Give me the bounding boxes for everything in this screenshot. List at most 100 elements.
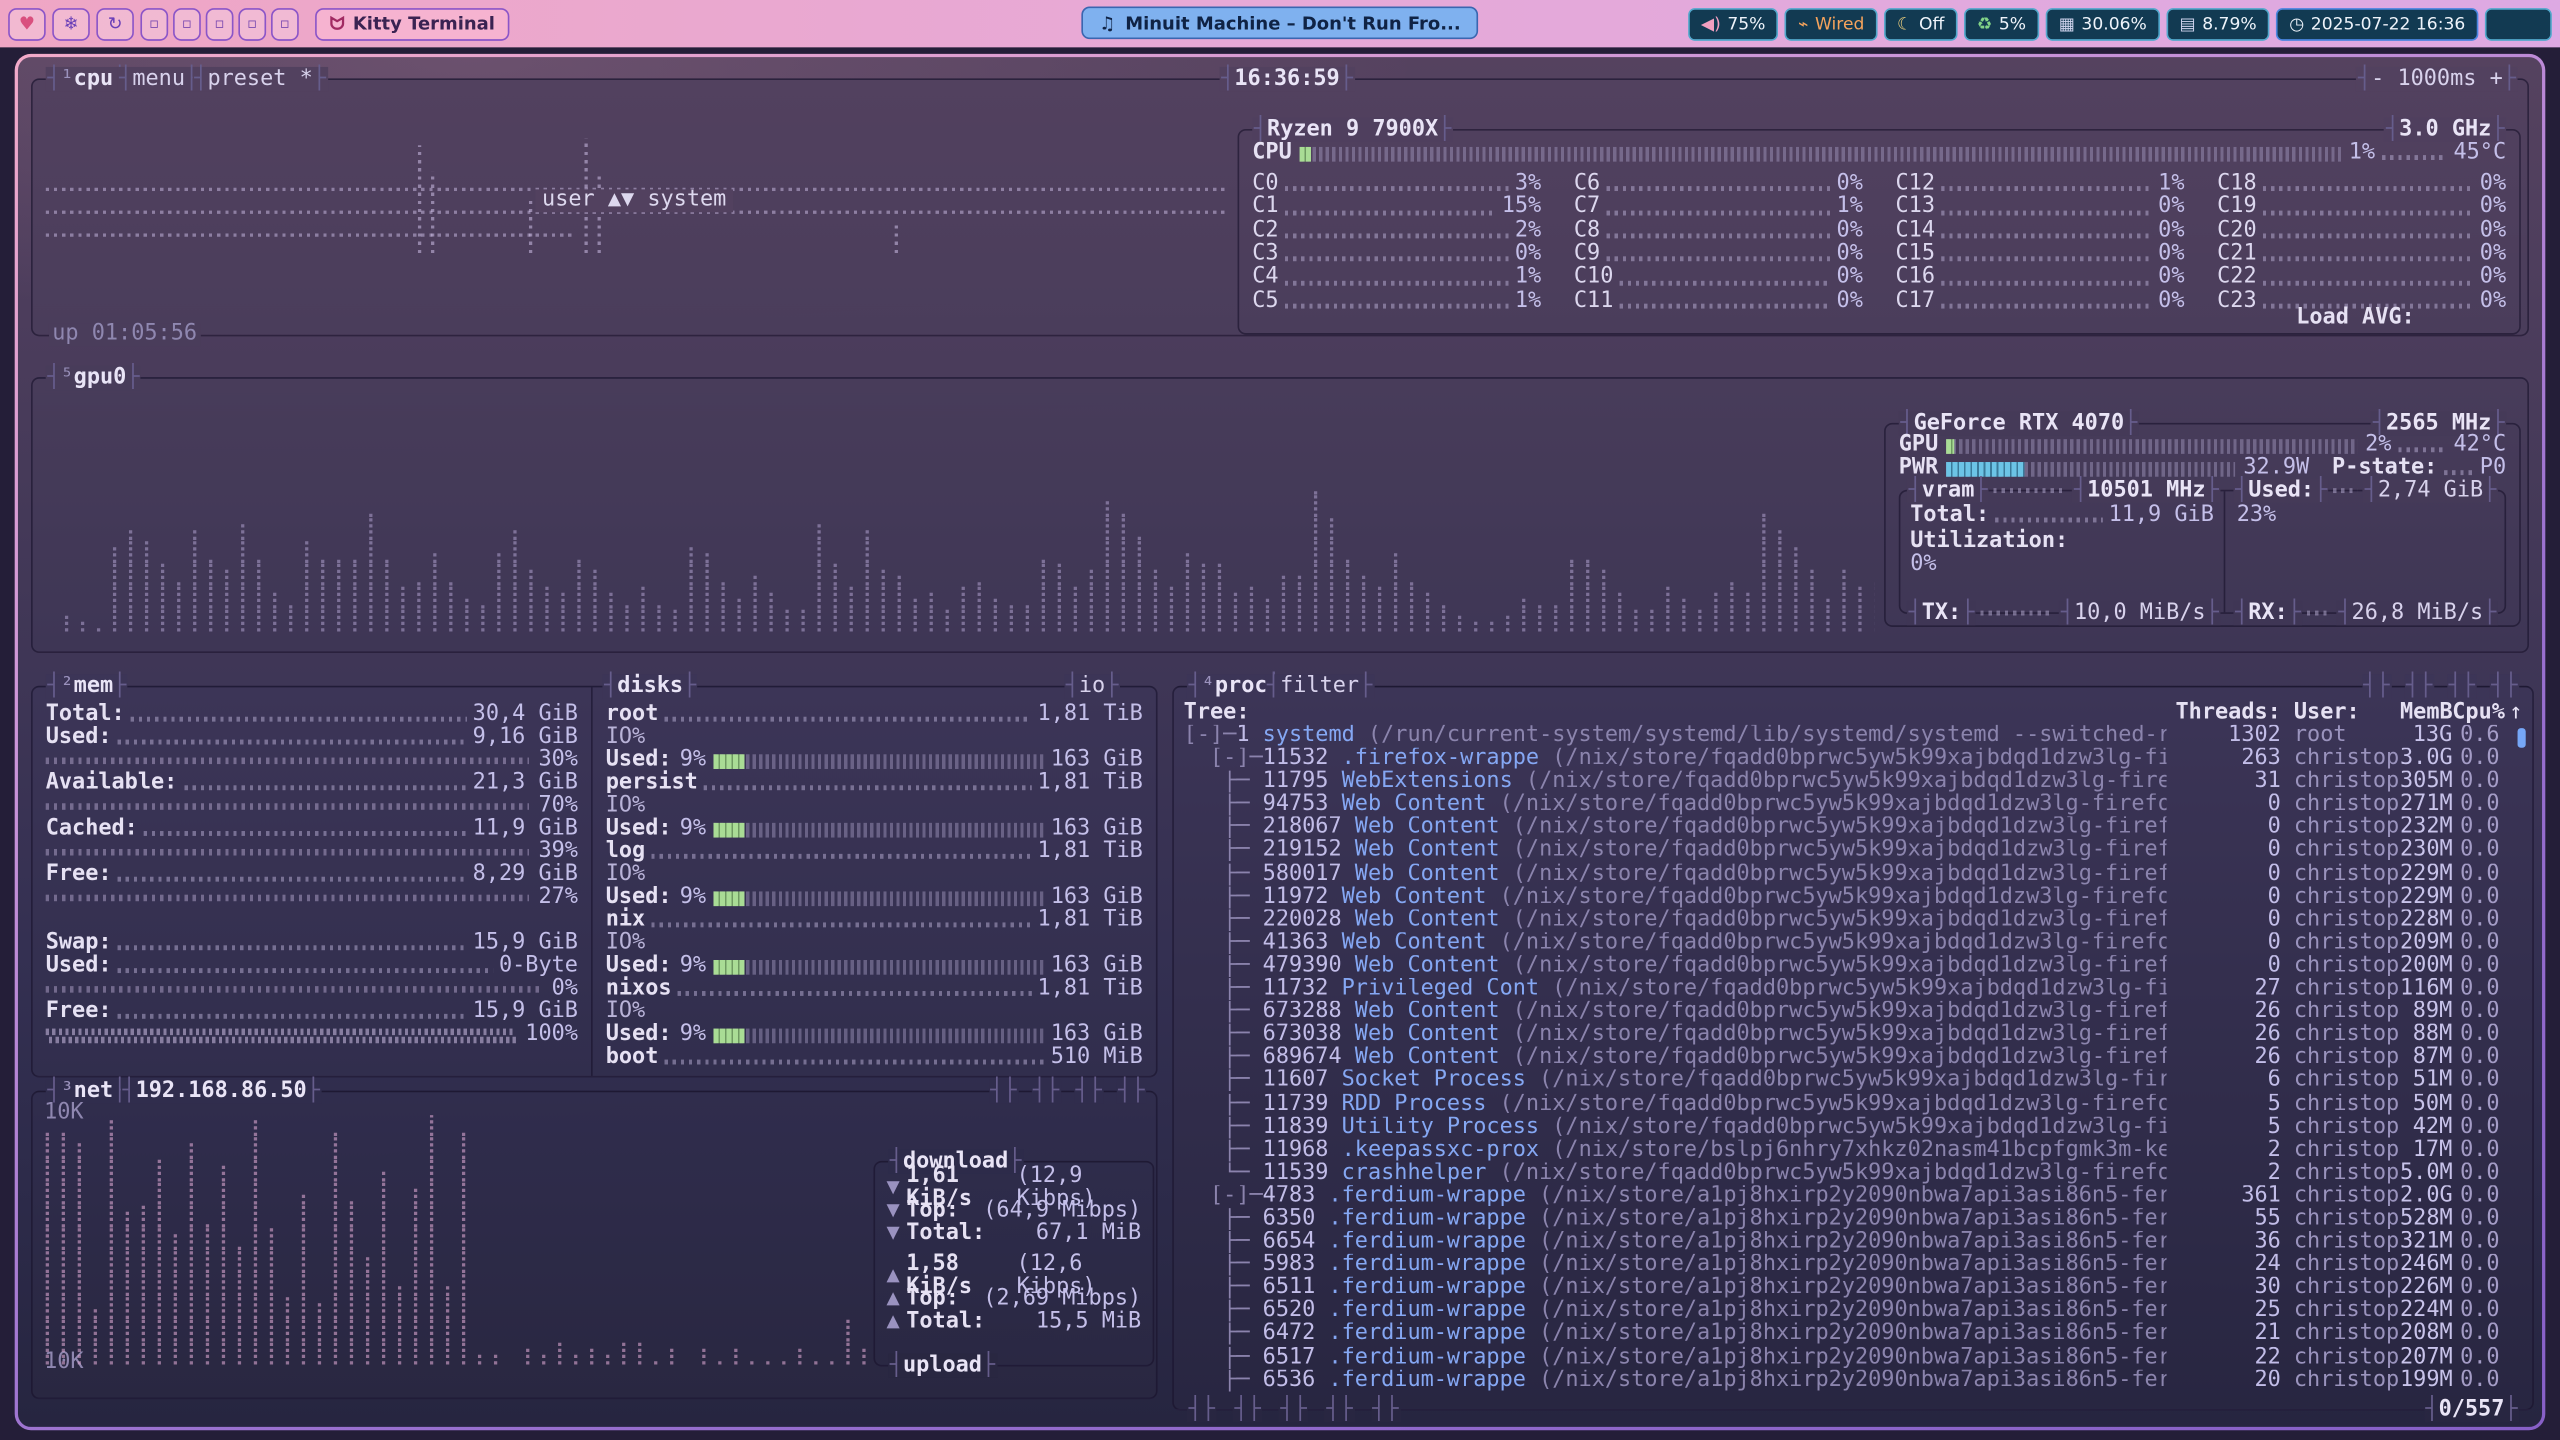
process-row[interactable]: ├─ 673038 Web Content (/nix/store/fqadd0… [1184, 1024, 2500, 1047]
memory-stat-percent: 39% [538, 841, 577, 864]
launcher-button[interactable]: ↻ [96, 7, 134, 40]
status-chip[interactable]: ◀) 75% [1688, 7, 1779, 40]
process-row[interactable]: ├─ 6520 .ferdium-wrappe (/nix/store/a1pj… [1184, 1300, 2500, 1323]
process-row[interactable]: ├─ 689674 Web Content (/nix/store/fqadd0… [1184, 1047, 2500, 1070]
process-row[interactable]: ├─ 218067 Web Content (/nix/store/fqadd0… [1184, 817, 2500, 840]
process-toggle[interactable] [2447, 674, 2477, 698]
gpu-panel-title[interactable]: ⁵gpu0 [46, 366, 141, 390]
process-cpu: 0.0 [2452, 1300, 2499, 1323]
preset-button[interactable]: preset * [193, 67, 328, 91]
core-percent: 0% [1837, 290, 1863, 313]
workspace-button[interactable]: ▫ [173, 7, 201, 40]
network-toggle[interactable] [989, 1079, 1019, 1103]
process-row[interactable]: ├─ 220028 Web Content (/nix/store/fqadd0… [1184, 909, 2500, 932]
core-percent: 0% [1837, 173, 1863, 196]
sort-direction-icon[interactable]: ↑ [2509, 702, 2522, 725]
process-scrollbar-thumb[interactable] [2518, 728, 2526, 748]
process-footer-button[interactable] [1279, 1398, 1309, 1422]
process-row[interactable]: ├─ 6472 .ferdium-wrappe (/nix/store/a1pj… [1184, 1323, 2500, 1346]
column-mem[interactable]: MemB [2400, 702, 2452, 725]
menu-button[interactable]: menu [118, 67, 200, 91]
column-cpu[interactable]: Cpu% [2452, 702, 2499, 725]
filter-button[interactable]: filter [1265, 674, 1374, 698]
clock-label: 2025-07-22 16:36 [2311, 14, 2465, 34]
launcher-button[interactable]: ♥ [8, 7, 46, 40]
core-name: C14 [1896, 220, 1935, 243]
process-footer-button[interactable] [1371, 1398, 1401, 1422]
process-toggle[interactable] [2362, 674, 2392, 698]
process-toggle[interactable] [2490, 674, 2520, 698]
process-cpu: 0.0 [2452, 748, 2499, 771]
process-row[interactable]: ├─ 580017 Web Content (/nix/store/fqadd0… [1184, 863, 2500, 886]
core-percent: 0% [2480, 267, 2506, 290]
io-toggle[interactable]: io [1064, 674, 1120, 698]
process-footer-button[interactable] [1325, 1398, 1355, 1422]
process-row[interactable]: ├─ 11739 RDD Process (/nix/store/fqadd0b… [1184, 1093, 2500, 1116]
process-mem: 3.0G [2400, 748, 2452, 771]
process-row[interactable]: ├─ 11839 Utility Process (/nix/store/fqa… [1184, 1116, 2500, 1139]
column-tree[interactable]: Tree: [1184, 702, 2167, 725]
process-row[interactable]: ├─ 6511 .ferdium-wrappe (/nix/store/a1pj… [1184, 1277, 2500, 1300]
workspace-button[interactable]: ▫ [238, 7, 266, 40]
process-footer-button[interactable] [1233, 1398, 1263, 1422]
process-row[interactable]: └─ 11539 crashhelper (/nix/store/fqadd0b… [1184, 1162, 2500, 1185]
process-row[interactable]: ├─ 11607 Socket Process (/nix/store/fqad… [1184, 1070, 2500, 1093]
launcher-button[interactable]: ❄ [52, 7, 90, 40]
status-chip[interactable]: ▤ 8.79% [2166, 7, 2269, 40]
process-row[interactable]: ├─ 11795 WebExtensions (/nix/store/fqadd… [1184, 771, 2500, 794]
process-row[interactable]: ├─ 673288 Web Content (/nix/store/fqadd0… [1184, 1001, 2500, 1024]
status-label: Wired [1815, 14, 1864, 34]
network-toggle[interactable] [1074, 1079, 1104, 1103]
status-chip[interactable]: ⌁ Wired [1785, 7, 1877, 40]
process-row[interactable]: ├─ 11972 Web Content (/nix/store/fqadd0b… [1184, 886, 2500, 909]
cpu-total-bar [1300, 146, 2341, 161]
process-row[interactable]: ├─ 11732 Privileged Cont (/nix/store/fqa… [1184, 978, 2500, 1001]
disks-title[interactable]: disks [602, 674, 697, 698]
kitty-terminal-button[interactable]: ᗢ Kitty Terminal [315, 7, 510, 40]
process-row[interactable]: ├─ 6517 .ferdium-wrappe (/nix/store/a1pj… [1184, 1346, 2500, 1369]
network-toggle[interactable] [1031, 1079, 1061, 1103]
workspace-button[interactable]: ▫ [140, 7, 168, 40]
process-row[interactable]: [-]─11532 .firefox-wrappe (/nix/store/fq… [1184, 748, 2500, 771]
process-row[interactable]: [-]─1 systemd (/run/current-system/syste… [1184, 725, 2500, 748]
cpu-panel-title[interactable]: ¹cpu [46, 67, 128, 91]
network-toggle[interactable] [1117, 1079, 1147, 1103]
process-row[interactable]: ├─ 6654 .ferdium-wrappe (/nix/store/a1pj… [1184, 1231, 2500, 1254]
clock-widget[interactable]: ◷ 2025-07-22 16:36 [2276, 7, 2478, 40]
process-footer-button[interactable] [1187, 1398, 1217, 1422]
process-row[interactable]: ├─ 479390 Web Content (/nix/store/fqadd0… [1184, 955, 2500, 978]
update-interval-control[interactable]: - 1000ms + [2356, 67, 2517, 91]
process-toggle[interactable] [2404, 674, 2434, 698]
process-user: christoph [2281, 978, 2400, 1001]
status-chip[interactable]: ☾ Off [1884, 7, 1957, 40]
process-tree-cell: [-]─4783 .ferdium-wrappe (/nix/store/a1p… [1184, 1185, 2167, 1208]
process-tree-cell: ├─ 11968 .keepassxc-prox (/nix/store/bsl… [1184, 1139, 2167, 1162]
process-row[interactable]: ├─ 5983 .ferdium-wrappe (/nix/store/a1pj… [1184, 1254, 2500, 1277]
memory-panel-title[interactable]: ²mem [46, 674, 128, 698]
media-player-widget[interactable]: ♫ Minuit Machine – Don't Run Fro... [1081, 7, 1478, 40]
process-row[interactable]: ├─ 11968 .keepassxc-prox (/nix/store/bsl… [1184, 1139, 2500, 1162]
process-row[interactable]: ├─ 41363 Web Content (/nix/store/fqadd0b… [1184, 932, 2500, 955]
memory-stat-value: 15,9 GiB [473, 1001, 578, 1024]
system-tray[interactable] [2485, 7, 2552, 40]
process-mem: 232M [2400, 817, 2452, 840]
process-cpu: 0.0 [2452, 1277, 2499, 1300]
process-tree-cell: ├─ 6520 .ferdium-wrappe (/nix/store/a1pj… [1184, 1300, 2167, 1323]
column-user[interactable]: User: [2281, 702, 2400, 725]
process-row[interactable]: [-]─4783 .ferdium-wrappe (/nix/store/a1p… [1184, 1185, 2500, 1208]
process-row[interactable]: ├─ 94753 Web Content (/nix/store/fqadd0b… [1184, 794, 2500, 817]
status-icon: ♻ [1977, 14, 1992, 34]
process-row[interactable]: ├─ 6350 .ferdium-wrappe (/nix/store/a1pj… [1184, 1208, 2500, 1231]
column-threads[interactable]: Threads: [2167, 702, 2281, 725]
process-row[interactable]: ├─ 219152 Web Content (/nix/store/fqadd0… [1184, 840, 2500, 863]
workspace-button[interactable]: ▫ [271, 7, 299, 40]
workspace-button[interactable]: ▫ [206, 7, 234, 40]
status-chip[interactable]: ♻ 5% [1964, 7, 2039, 40]
process-threads: 26 [2167, 1024, 2281, 1047]
upload-title: upload [888, 1353, 997, 1377]
process-tree-cell: ├─ 94753 Web Content (/nix/store/fqadd0b… [1184, 794, 2167, 817]
status-chip[interactable]: ▦ 30.06% [2046, 7, 2160, 40]
core-name: C3 [1252, 244, 1278, 267]
process-row[interactable]: ├─ 6536 .ferdium-wrappe (/nix/store/a1pj… [1184, 1369, 2500, 1392]
core-name: C21 [2217, 244, 2256, 267]
